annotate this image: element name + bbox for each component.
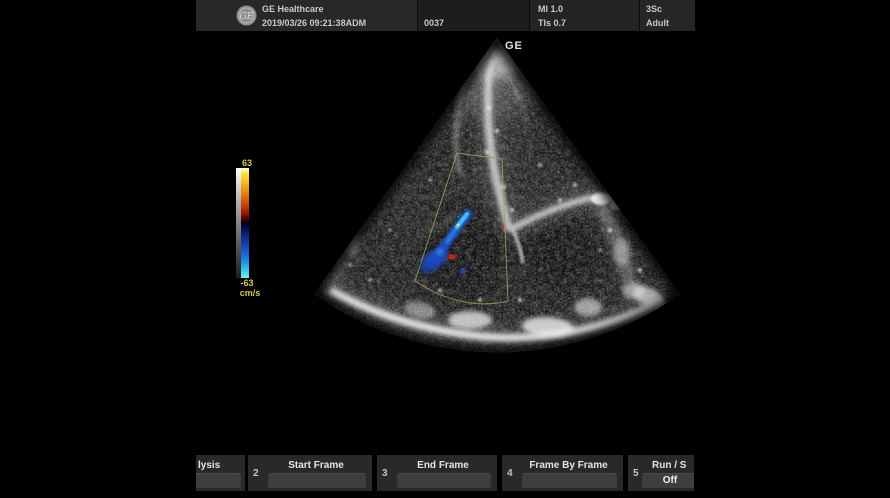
- ge-watermark: GE: [505, 40, 523, 52]
- velocity-color-bar: [241, 168, 249, 278]
- svg-text:GE: GE: [240, 12, 254, 22]
- brand-name: GE Healthcare: [262, 4, 324, 14]
- ge-logo-icon: GE: [236, 5, 257, 26]
- softkey-end-frame-label: End Frame: [393, 460, 493, 471]
- ultrasound-screen: GE 63 -63 cm/s GE GE Healthcare 2019/03/…: [0, 0, 890, 498]
- softkey-start-frame-label: Start Frame: [264, 460, 368, 471]
- header-image-number-section: 0037: [417, 0, 530, 31]
- colorbar-unit-label: cm/s: [234, 288, 266, 298]
- softkey-analysis[interactable]: lysis: [196, 455, 245, 491]
- image-number: 0037: [424, 18, 444, 28]
- softkey-end-frame-button[interactable]: [397, 473, 491, 488]
- header-acoustic-section: MI 1.0 TIs 0.7: [529, 0, 640, 31]
- colorbar: [236, 168, 249, 278]
- header-probe-section: 3Sc Adult: [639, 0, 695, 31]
- softkey-run-stop-label: Run / S: [652, 460, 686, 471]
- mi-value: MI 1.0: [538, 4, 563, 14]
- grayscale-bar: [236, 168, 241, 278]
- probe-name: 3Sc: [646, 4, 662, 14]
- softkey-run-stop-button[interactable]: Off: [642, 473, 694, 488]
- tis-value: TIs 0.7: [538, 18, 566, 28]
- softkey-start-frame-button[interactable]: [268, 473, 366, 488]
- header-bar: GE GE Healthcare 2019/03/26 09:21:38ADM …: [196, 0, 694, 31]
- softkey-frame-by-frame-button[interactable]: [522, 473, 617, 488]
- softkey-frame-by-frame[interactable]: 4 Frame By Frame: [502, 455, 623, 491]
- softkey-analysis-button[interactable]: [196, 473, 241, 488]
- colorbar-min-label: -63: [232, 278, 262, 288]
- softkey-run-stop-number: 5: [633, 468, 639, 479]
- softkey-analysis-label: lysis: [198, 460, 220, 471]
- softkey-run-stop[interactable]: 5 Run / S Off: [628, 455, 694, 491]
- softkey-start-frame[interactable]: 2 Start Frame: [248, 455, 372, 491]
- softkey-end-frame[interactable]: 3 End Frame: [377, 455, 497, 491]
- softkey-frame-by-frame-number: 4: [507, 468, 513, 479]
- header-identity-section: GE GE Healthcare 2019/03/26 09:21:38ADM: [196, 0, 417, 31]
- softkey-start-frame-number: 2: [253, 468, 259, 479]
- colorbar-max-label: 63: [234, 158, 260, 168]
- echo-image: [0, 0, 890, 498]
- softkey-frame-by-frame-label: Frame By Frame: [518, 460, 619, 471]
- patient-category: Adult: [646, 18, 669, 28]
- exam-datetime: 2019/03/26 09:21:38ADM: [262, 18, 366, 28]
- softkey-bar: lysis 2 Start Frame 3 End Frame 4 Frame …: [196, 455, 694, 491]
- softkey-end-frame-number: 3: [382, 468, 388, 479]
